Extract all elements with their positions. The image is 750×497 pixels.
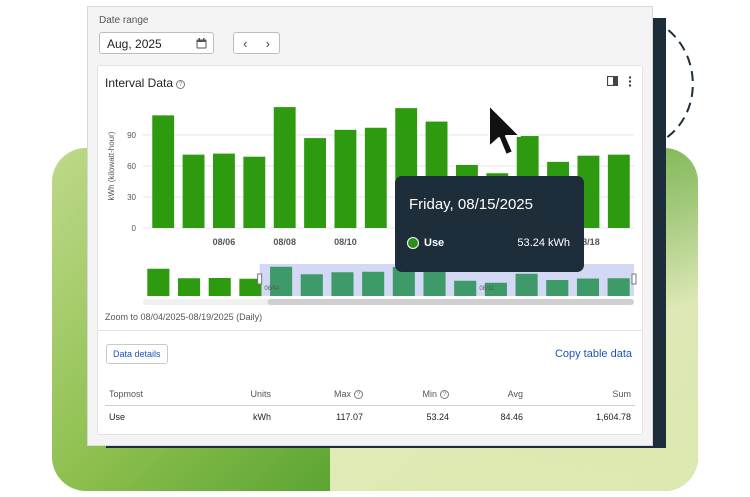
navigator-label: 08/11 [479, 286, 494, 292]
bar-08-04[interactable] [152, 115, 175, 228]
calendar-icon[interactable] [196, 38, 207, 49]
chart-tooltip: Friday, 08/15/2025 Use 53.24 kWh [395, 176, 584, 272]
navigator-bar [576, 278, 600, 296]
date-nav-group: ‹ › [233, 32, 280, 54]
x-tick-label: 08/10 [334, 237, 357, 247]
navigator-bar [607, 278, 630, 296]
bar-08-07[interactable] [243, 156, 266, 228]
chevron-right-icon: › [265, 35, 270, 51]
cell-sum: 1,604.78 [527, 405, 635, 428]
navigator-label: 08/04 [264, 286, 280, 292]
section-divider [98, 330, 642, 331]
bar-08-09[interactable] [304, 138, 326, 228]
mouse-pointer-icon [488, 104, 521, 156]
navigator-scrollbar[interactable] [267, 299, 634, 305]
data-details-button[interactable]: Data details [106, 344, 168, 364]
y-tick-label: 90 [127, 131, 136, 140]
navigator-bar [331, 272, 354, 296]
cell-units: kWh [215, 405, 275, 428]
col-max-label: Max [333, 389, 351, 399]
bar-08-10[interactable] [334, 129, 357, 228]
bar-08-06[interactable] [213, 153, 235, 228]
tooltip-series: Use [424, 237, 445, 249]
col-min-label: Min [422, 389, 437, 399]
tooltip-value: 53.24 kWh [517, 237, 570, 249]
navigator-bar [515, 273, 538, 296]
x-tick-label: 08/06 [213, 237, 236, 247]
cell-name: Use [105, 405, 215, 428]
bar-08-08[interactable] [273, 107, 296, 228]
date-range-input[interactable]: Aug, 2025 [99, 32, 214, 54]
navigator-bar [546, 280, 569, 296]
col-units: Units [250, 389, 271, 399]
navigator-handle-left[interactable] [257, 273, 263, 285]
max-help-icon[interactable]: ? [354, 390, 363, 399]
min-help-icon[interactable]: ? [440, 390, 449, 399]
navigator-bar [147, 268, 170, 296]
navigator-bar [208, 278, 231, 296]
col-topmost: Topmost [109, 389, 144, 399]
next-month-button[interactable]: › [257, 33, 280, 53]
cell-min: 53.24 [367, 405, 453, 428]
col-sum: Sum [612, 389, 631, 399]
prev-month-button[interactable]: ‹ [234, 33, 257, 53]
summary-table: Topmost Units Max? Min? Avg Sum Use kWh … [105, 384, 635, 428]
date-range-label: Date range [99, 15, 149, 26]
navigator-bar [362, 271, 385, 296]
col-max: Max? [275, 384, 367, 406]
bar-08-05[interactable] [182, 154, 205, 228]
cell-max: 117.07 [275, 405, 367, 428]
navigator-bar [454, 280, 477, 296]
zoom-range-text: Zoom to 08/04/2025-08/19/2025 (Daily) [105, 312, 263, 322]
col-avg: Avg [507, 389, 523, 399]
navigator-bar [300, 274, 323, 296]
table-row: Use kWh 117.07 53.24 84.46 1,604.78 [105, 405, 635, 428]
col-min: Min? [367, 384, 453, 406]
navigator-bar [423, 270, 446, 296]
chevron-left-icon: ‹ [243, 35, 248, 51]
cell-avg: 84.46 [453, 405, 527, 428]
tooltip-title: Friday, 08/15/2025 [409, 196, 533, 213]
navigator-bar [177, 278, 201, 296]
y-axis-label: kWh (kilowatt-hour) [107, 131, 116, 200]
bar-08-11[interactable] [364, 127, 387, 228]
x-tick-label: 08/08 [273, 237, 296, 247]
bar-08-19[interactable] [607, 154, 630, 228]
series-dot-icon [407, 237, 419, 249]
date-range-value: Aug, 2025 [107, 37, 162, 51]
navigator-handle-right[interactable] [631, 273, 637, 285]
table-header-row: Topmost Units Max? Min? Avg Sum [105, 384, 635, 406]
copy-table-data-link[interactable]: Copy table data [555, 348, 632, 360]
stage: Date range Aug, 2025 ‹ › Interval Data? [0, 0, 750, 497]
y-tick-label: 30 [127, 193, 136, 202]
y-tick-label: 0 [132, 224, 137, 233]
y-tick-label: 60 [127, 162, 136, 171]
